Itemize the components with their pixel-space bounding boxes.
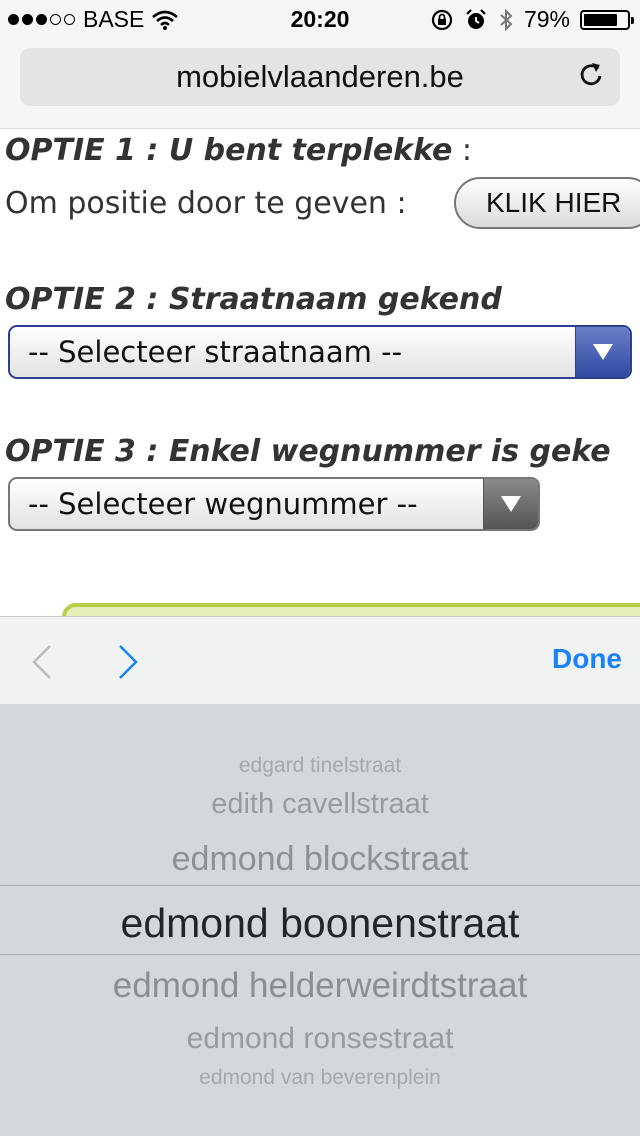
dropdown-arrow-icon[interactable] [483, 479, 538, 529]
option2-title: OPTIE 2 : Straatnaam gekend [5, 282, 502, 317]
selection-indicator-top [0, 885, 640, 886]
street-select[interactable]: -- Selecteer straatnaam -- [8, 325, 632, 379]
picker-item-selected[interactable]: edmond boonenstraat [0, 900, 640, 947]
picker-item[interactable]: edith cavellstraat [0, 788, 640, 821]
address-bar[interactable]: mobielvlaanderen.be [20, 48, 620, 106]
chevron-right-icon[interactable] [112, 643, 142, 681]
battery-level [584, 13, 618, 26]
browser-toolbar: mobielvlaanderen.be [0, 40, 640, 129]
street-picker-wheel[interactable]: edgard tinelstraat edith cavellstraat ed… [0, 704, 640, 1136]
web-content: OPTIE 1 : U bent terplekke : Om positie … [0, 129, 640, 616]
street-select-value: -- Selecteer straatnaam -- [28, 335, 403, 369]
road-number-select-value: -- Selecteer wegnummer -- [28, 487, 418, 521]
option1-colon: : [452, 133, 473, 168]
picker-toolbar: Done [0, 616, 640, 705]
klik-hier-button[interactable]: KLIK HIER [454, 177, 640, 229]
rotation-lock-icon [431, 9, 453, 30]
battery-icon [580, 9, 634, 30]
bluetooth-icon [500, 8, 513, 31]
battery-percent: 79% [523, 6, 570, 32]
done-button[interactable]: Done [552, 643, 622, 675]
reload-icon[interactable] [576, 60, 606, 90]
selection-indicator-bottom [0, 954, 640, 955]
url-text: mobielvlaanderen.be [176, 59, 464, 94]
picker-item[interactable]: edmond van beverenplein [0, 1066, 640, 1090]
chevron-left-icon[interactable] [28, 643, 58, 681]
option3-title: OPTIE 3 : Enkel wegnummer is geke [5, 434, 611, 469]
dropdown-arrow-icon[interactable] [575, 327, 630, 377]
option1-title: OPTIE 1 : U bent terplekke [5, 133, 453, 168]
alarm-icon [466, 8, 486, 29]
picker-item[interactable]: edgard tinelstraat [0, 754, 640, 778]
green-panel-edge [62, 603, 640, 616]
picker-item[interactable]: edmond helderweirdtstraat [0, 966, 640, 1006]
picker-item[interactable]: edmond ronsestraat [0, 1022, 640, 1056]
status-right: 79% [430, 6, 634, 33]
road-number-select[interactable]: -- Selecteer wegnummer -- [8, 477, 540, 531]
option1-heading: OPTIE 1 : U bent terplekke : [5, 133, 472, 168]
status-bar: BASE 20:20 79% [0, 0, 640, 40]
picker-item[interactable]: edmond blockstraat [0, 840, 640, 879]
position-label: Om positie door te geven : [5, 186, 407, 221]
